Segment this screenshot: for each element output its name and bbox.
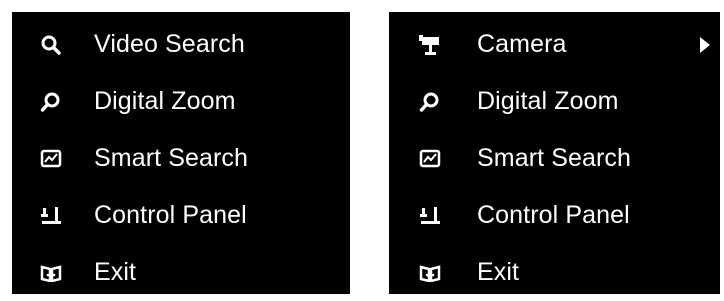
submenu-arrow-icon: [700, 36, 710, 53]
menu-item-digital-zoom[interactable]: Digital Zoom: [389, 73, 720, 130]
menu-item-label: Exit: [94, 258, 137, 286]
menu-item-label: Control Panel: [94, 201, 247, 229]
menu-item-control-panel[interactable]: Control Panel: [389, 187, 720, 244]
camera-icon: [417, 32, 443, 58]
search-icon: [38, 32, 64, 58]
menu-item-camera[interactable]: Camera: [389, 16, 720, 73]
menu-item-label: Digital Zoom: [477, 87, 619, 115]
digital-zoom-icon: [38, 89, 64, 115]
menu-item-label: Camera: [477, 30, 567, 58]
control-panel-icon: [417, 203, 443, 229]
menu-item-label: Exit: [477, 258, 520, 286]
context-menu-right: Camera Digital Zoom Smart Search Control…: [389, 12, 720, 294]
exit-icon: [417, 260, 443, 286]
menu-item-label: Smart Search: [94, 144, 249, 172]
exit-icon: [38, 260, 64, 286]
menu-item-smart-search[interactable]: Smart Search: [389, 130, 720, 187]
menu-item-exit[interactable]: Exit: [12, 244, 350, 301]
menu-item-control-panel[interactable]: Control Panel: [12, 187, 350, 244]
menu-item-smart-search[interactable]: Smart Search: [12, 130, 350, 187]
menu-item-digital-zoom[interactable]: Digital Zoom: [12, 73, 350, 130]
menu-item-video-search[interactable]: Video Search: [12, 16, 350, 73]
smart-search-icon: [38, 146, 64, 172]
smart-search-icon: [417, 146, 443, 172]
control-panel-icon: [38, 203, 64, 229]
menu-item-label: Smart Search: [477, 144, 632, 172]
menu-item-label: Control Panel: [477, 201, 630, 229]
menu-item-exit[interactable]: Exit: [389, 244, 720, 301]
context-menu-left: Video Search Digital Zoom Smart Search C…: [12, 12, 350, 294]
menu-item-label: Video Search: [94, 30, 245, 58]
menu-item-label: Digital Zoom: [94, 87, 236, 115]
digital-zoom-icon: [417, 89, 443, 115]
